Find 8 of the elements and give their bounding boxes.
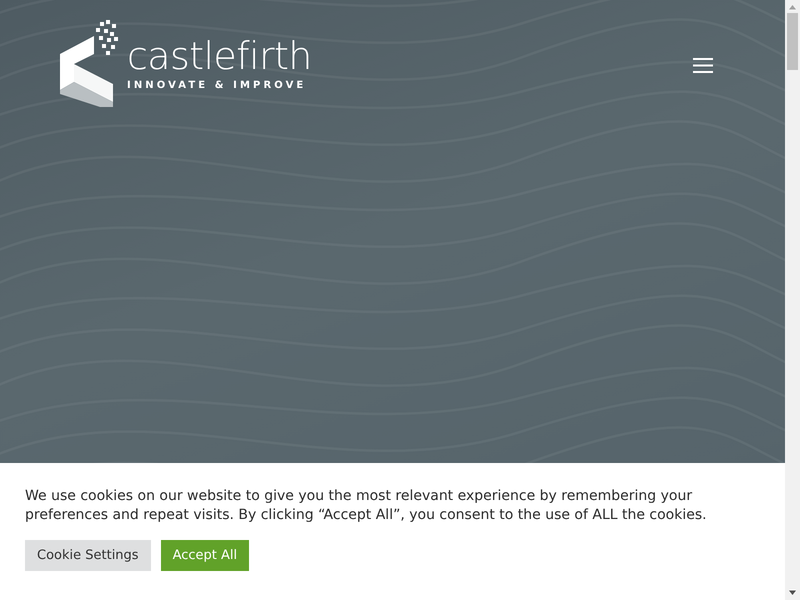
- logo-tagline: INNOVATE & IMPROVE: [127, 80, 308, 92]
- logo-wordmark[interactable]: castlefirth: [127, 35, 312, 77]
- settings-button[interactable]: Cookie Settings: [25, 540, 151, 571]
- scrollbar-thumb[interactable]: [787, 13, 798, 70]
- scrollbar-track[interactable]: [785, 0, 800, 600]
- logo-icon[interactable]: [60, 20, 118, 107]
- menu-icon[interactable]: [693, 58, 713, 73]
- cookie-message: We use cookies on our website to give you the most relevant experience by remembering your preferences and repeat visits. By clicking “Accept All”, you consent to the use of ALL the cookies.: [25, 487, 708, 525]
